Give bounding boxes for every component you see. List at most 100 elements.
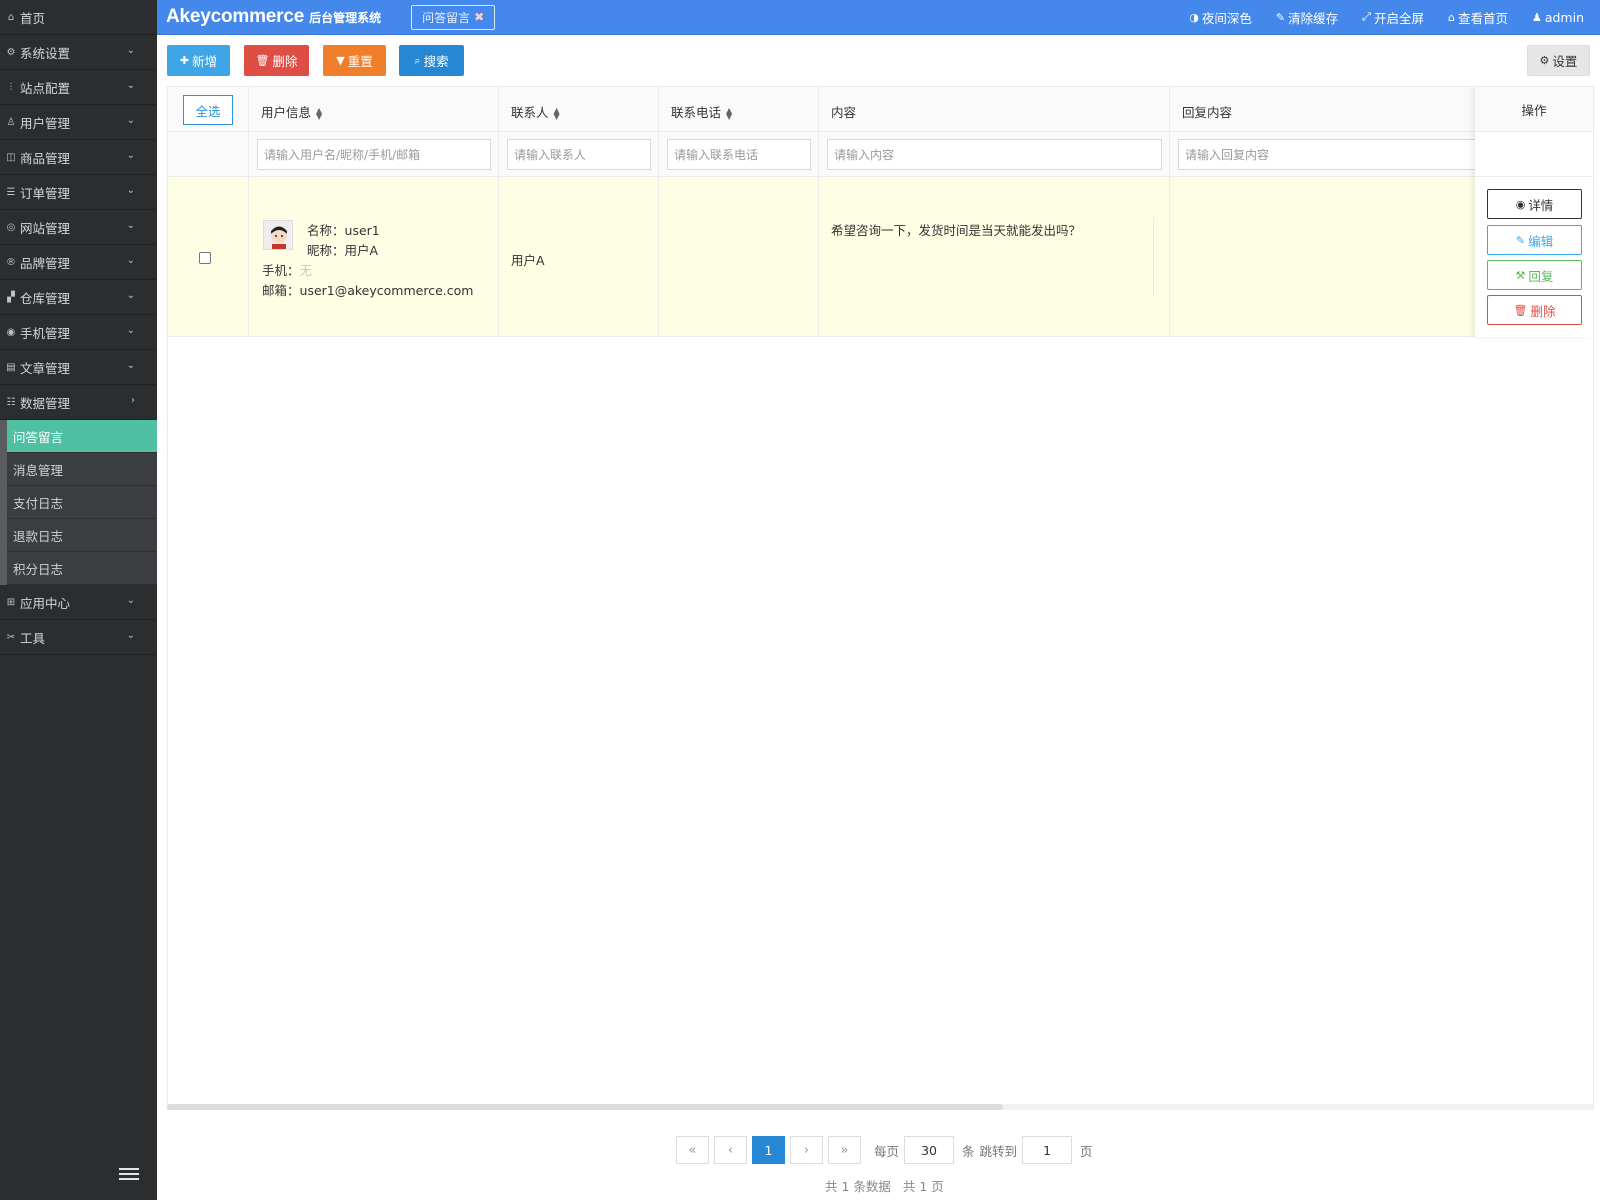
reset-label: 重置 [347,54,373,69]
collapse-sidebar-icon[interactable] [119,1168,139,1184]
toolbar: ✚ 新增 🗑 删除 ▼ 重置 ⌕ 搜索 ⚙ 设置 [167,45,1590,76]
horizontal-scrollbar[interactable] [167,1104,1594,1110]
row-checkbox[interactable] [199,252,211,264]
sidebar-item-data[interactable]: ☷ 数据管理 › [0,385,157,420]
user-name: user1 [344,223,380,238]
sidebar-item-label: 仓库管理 [20,290,71,306]
sidebar-item-app-center[interactable]: ⊞ 应用中心 ⌄ [0,585,157,620]
user-nickname: 用户A [344,243,379,258]
sidebar-subitem-points-log[interactable]: 积分日志 [7,552,157,585]
chevron-down-icon: ⌄ [126,630,135,641]
page-1-button[interactable]: 1 [752,1136,785,1164]
sidebar-item-label: 订单管理 [20,185,71,201]
grid-icon: ⊞ [6,596,16,608]
boxes-icon: ▞ [7,291,15,303]
search-icon: ⌕ [414,53,421,67]
filter-contact-input[interactable] [507,139,651,170]
detail-button[interactable]: ◉ 详情 [1487,189,1582,219]
prev-page-button[interactable]: ‹ [714,1136,747,1164]
first-page-button[interactable]: « [676,1136,709,1164]
fullscreen-button[interactable]: ⤢ 开启全屏 [1362,8,1424,27]
select-all-button[interactable]: 全选 [183,95,233,125]
sidebar-item-orders[interactable]: ☰ 订单管理 ⌄ [0,175,157,210]
sidebar-item-users[interactable]: ♙ 用户管理 ⌄ [0,105,157,140]
sort-icon[interactable]: ▲ ▼ [316,106,322,120]
page-unit: 页 [1080,1143,1093,1159]
sidebar-subitem-pay-log[interactable]: 支付日志 [7,486,157,519]
next-page-button[interactable]: › [790,1136,823,1164]
sort-icon[interactable]: ▲ ▼ [726,106,732,120]
eye-icon: ◉ [1515,197,1526,211]
clear-cache-button[interactable]: ✎ 清除缓存 [1276,8,1338,27]
pagination-summary: 共 1 条数据 共 1 页 [825,1176,952,1195]
scrollbar-thumb[interactable] [167,1104,1003,1110]
sidebar-item-mobile[interactable]: ◉ 手机管理 ⌄ [0,315,157,350]
chevron-down-icon: ⌄ [126,220,135,231]
reset-button[interactable]: ▼ 重置 [323,45,386,76]
user-email-line: 邮箱：user1@akeycommerce.com [262,283,474,298]
header-user-info[interactable]: 用户信息 ▲ ▼ [249,87,499,131]
chevron-down-icon: ⌄ [126,325,135,336]
contrast-icon: ◑ [1189,10,1199,24]
gear-icon: ⚙ [1539,54,1550,67]
user-email: user1@akeycommerce.com [299,283,474,298]
sidebar-item-website[interactable]: ◎ 网站管理 ⌄ [0,210,157,245]
user-icon: ♟ [1531,10,1542,24]
username: admin [1544,9,1584,25]
reply-label: 回复 [1528,268,1554,284]
sidebar-subitem-messages[interactable]: 消息管理 [7,453,157,486]
home-icon: ⌂ [1447,10,1455,24]
filter-user-info-input[interactable] [257,139,491,170]
reply-button[interactable]: ⚒ 回复 [1487,260,1582,290]
search-button[interactable]: ⌕ 搜索 [399,45,464,76]
brush-icon: ✎ [1275,10,1286,24]
sidebar-item-label: 网站管理 [20,220,71,236]
total-records: 共 1 条数据 [825,1179,891,1194]
jump-page-input[interactable] [1022,1136,1073,1164]
header-select-cell: 全选 [168,87,249,131]
close-icon[interactable]: ✖ [474,10,484,24]
sidebar-item-goods[interactable]: ◫ 商品管理 ⌄ [0,140,157,175]
sidebar-item-label: 数据管理 [20,395,71,411]
brand-logo: Akeycommerce 后台管理系统 [166,6,381,28]
sidebar-item-tools[interactable]: ✂ 工具 ⌄ [0,620,157,655]
view-home-button[interactable]: ⌂ 查看首页 [1448,8,1508,27]
delete-button[interactable]: 🗑 删除 [244,45,309,76]
settings-button[interactable]: ⚙ 设置 [1527,45,1590,76]
user-menu[interactable]: ♟ admin [1532,10,1584,25]
chevron-down-icon: ⌄ [126,115,135,126]
brand-name: Akeycommerce [166,6,305,27]
database-icon: ☷ [6,396,16,408]
sidebar-item-label: 品牌管理 [20,255,71,271]
avatar[interactable] [263,220,293,250]
sidebar-item-label: 手机管理 [20,325,71,341]
sidebar-item-system-settings[interactable]: ⚙ 系统设置 ⌄ [0,35,157,70]
sidebar-item-brands[interactable]: ® 品牌管理 ⌄ [0,245,157,280]
sidebar-subitem-refund-log[interactable]: 退款日志 [7,519,157,552]
settings-label: 设置 [1552,54,1578,69]
open-tab-qa[interactable]: 问答留言 ✖ [411,4,496,30]
view-home-label: 查看首页 [1457,10,1508,26]
night-mode-button[interactable]: ◑ 夜间深色 [1189,8,1252,27]
content-cell: 希望咨询一下，发货时间是当天就能发出吗？ [819,177,1170,336]
header-contact[interactable]: 联系人 ▲ ▼ [499,87,659,131]
row-delete-button[interactable]: 🗑 删除 [1487,295,1582,325]
sort-icon[interactable]: ▲ ▼ [554,106,560,120]
edit-button[interactable]: ✎ 编辑 [1487,225,1582,255]
sidebar-item-label: 首页 [20,10,46,26]
filter-phone-input[interactable] [667,139,811,170]
sidebar-subitem-qa[interactable]: 问答留言 [7,420,157,453]
last-page-button[interactable]: » [828,1136,861,1164]
add-button[interactable]: ✚ 新增 [167,45,230,76]
filter-content-input[interactable] [827,139,1162,170]
sidebar-item-site-config[interactable]: ⫶ 站点配置 ⌄ [0,70,157,105]
header-contact-phone[interactable]: 联系电话 ▲ ▼ [659,87,819,131]
sidebar-item-label: 用户管理 [20,115,71,131]
sidebar-item-warehouse[interactable]: ▞ 仓库管理 ⌄ [0,280,157,315]
sidebar-item-home[interactable]: ⌂ 首页 [0,0,157,35]
tools-icon: ✂ [6,631,16,643]
sidebar-item-articles[interactable]: ▤ 文章管理 ⌄ [0,350,157,385]
per-page-input[interactable] [904,1136,955,1164]
clear-cache-label: 清除缓存 [1288,10,1339,26]
sidebar-item-label: 站点配置 [20,80,71,96]
